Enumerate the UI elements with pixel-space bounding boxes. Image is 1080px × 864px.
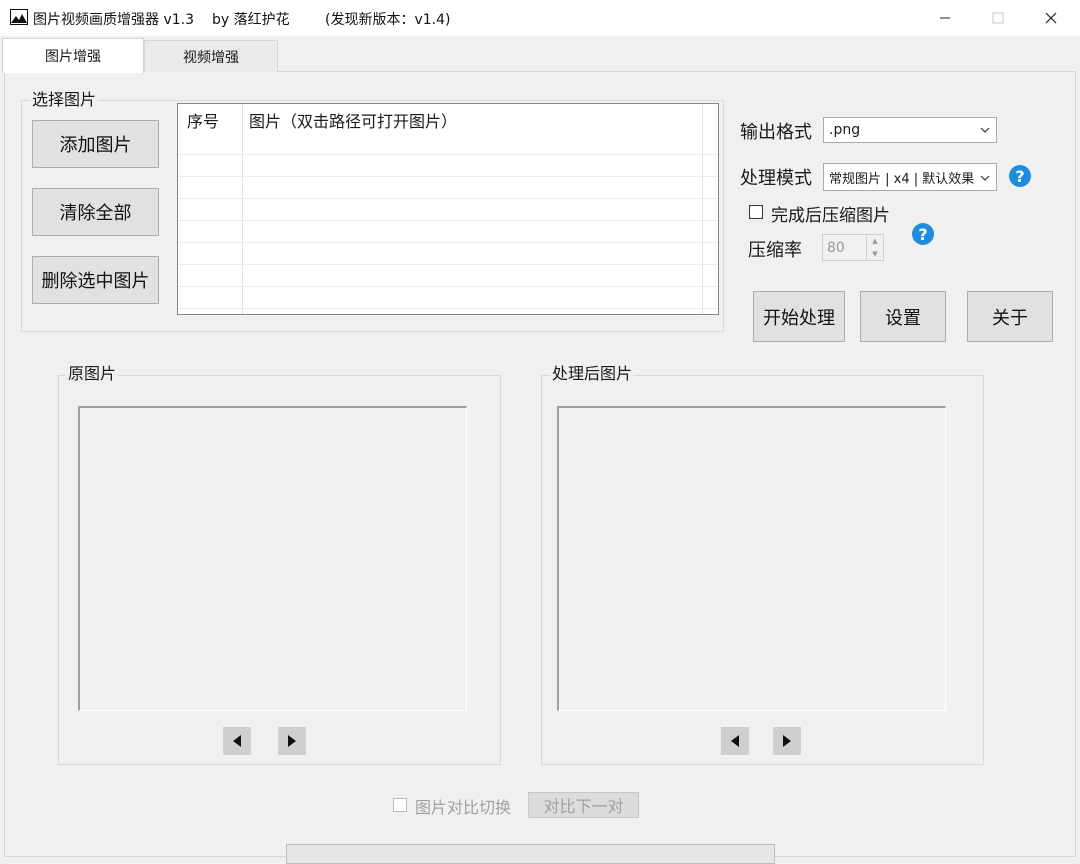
- original-image-preview[interactable]: [78, 406, 467, 711]
- compress-checkbox[interactable]: [749, 205, 763, 219]
- maximize-button: [975, 0, 1021, 36]
- processed-next-button[interactable]: [773, 727, 801, 755]
- output-format-value: .png: [829, 122, 861, 138]
- row-gridline: [178, 242, 718, 243]
- chevron-down-icon: [980, 175, 990, 181]
- row-gridline: [178, 220, 718, 221]
- original-prev-button[interactable]: [223, 727, 251, 755]
- triangle-left-icon: [731, 735, 739, 747]
- output-format-label: 输出格式: [740, 122, 812, 143]
- process-mode-select[interactable]: 常规图片 | x4 | 默认效果: [823, 163, 997, 191]
- minimize-icon: [940, 17, 950, 19]
- chevron-down-icon: [980, 127, 990, 133]
- title-bar: 图片视频画质增强器 v1.3 by 落红护花 (发现新版本：v1.4): [0, 0, 1080, 36]
- process-mode-help-icon[interactable]: ?: [1009, 165, 1031, 187]
- original-image-label: 原图片: [66, 364, 119, 384]
- about-button[interactable]: 关于: [967, 291, 1053, 342]
- compress-help-icon[interactable]: ?: [912, 223, 934, 245]
- clear-all-button[interactable]: 清除全部: [32, 188, 159, 236]
- app-picture-icon: [10, 9, 28, 25]
- delete-selected-button[interactable]: 删除选中图片: [32, 256, 159, 304]
- processed-image-preview[interactable]: [557, 406, 946, 711]
- compare-toggle-label: 图片对比切换: [415, 798, 512, 817]
- column-divider: [242, 104, 243, 314]
- triangle-right-icon: [783, 735, 791, 747]
- row-gridline: [178, 154, 718, 155]
- compress-rate-label: 压缩率: [748, 240, 802, 261]
- tab-image-enhance[interactable]: 图片增强: [2, 38, 144, 73]
- maximize-icon: [992, 12, 1004, 24]
- tab-video-enhance[interactable]: 视频增强: [144, 40, 278, 72]
- processed-image-label: 处理后图片: [550, 364, 635, 384]
- select-images-group-label: 选择图片: [30, 90, 99, 110]
- image-list[interactable]: 序号 图片（双击路径可打开图片）: [177, 103, 719, 315]
- row-gridline: [178, 308, 718, 309]
- spin-up-icon: ▲: [872, 237, 878, 246]
- process-mode-value: 常规图片 | x4 | 默认效果: [829, 171, 974, 187]
- compress-checkbox-label: 完成后压缩图片: [771, 206, 890, 226]
- triangle-right-icon: [288, 735, 296, 747]
- column-header-image[interactable]: 图片（双击路径可打开图片）: [249, 108, 457, 132]
- processed-prev-button[interactable]: [721, 727, 749, 755]
- row-gridline: [178, 264, 718, 265]
- compress-rate-value: 80: [827, 239, 845, 256]
- row-gridline: [178, 286, 718, 287]
- update-notice[interactable]: (发现新版本：v1.4): [325, 9, 450, 29]
- compare-next-pair-button: 对比下一对: [528, 792, 639, 818]
- row-gridline: [178, 198, 718, 199]
- settings-button[interactable]: 设置: [860, 291, 946, 342]
- progress-bar: [286, 844, 775, 864]
- close-button[interactable]: [1028, 0, 1074, 36]
- minimize-button[interactable]: [922, 0, 968, 36]
- triangle-left-icon: [233, 735, 241, 747]
- original-next-button[interactable]: [278, 727, 306, 755]
- column-header-index[interactable]: 序号: [187, 108, 219, 132]
- add-images-button[interactable]: 添加图片: [32, 120, 159, 168]
- window-title: 图片视频画质增强器 v1.3: [33, 12, 194, 28]
- column-divider: [702, 104, 703, 314]
- output-format-select[interactable]: .png: [823, 117, 997, 143]
- process-mode-label: 处理模式: [740, 168, 812, 189]
- spinner-buttons: ▲ ▼: [866, 235, 883, 260]
- compress-rate-spinner: 80 ▲ ▼: [822, 234, 884, 261]
- author-text: by 落红护花: [212, 12, 290, 28]
- close-icon: [1045, 12, 1057, 24]
- compare-toggle-checkbox: [393, 798, 407, 812]
- list-header: 序号 图片（双击路径可打开图片）: [178, 104, 718, 132]
- row-gridline: [178, 176, 718, 177]
- spin-down-icon: ▼: [872, 249, 878, 258]
- start-processing-button[interactable]: 开始处理: [753, 291, 845, 342]
